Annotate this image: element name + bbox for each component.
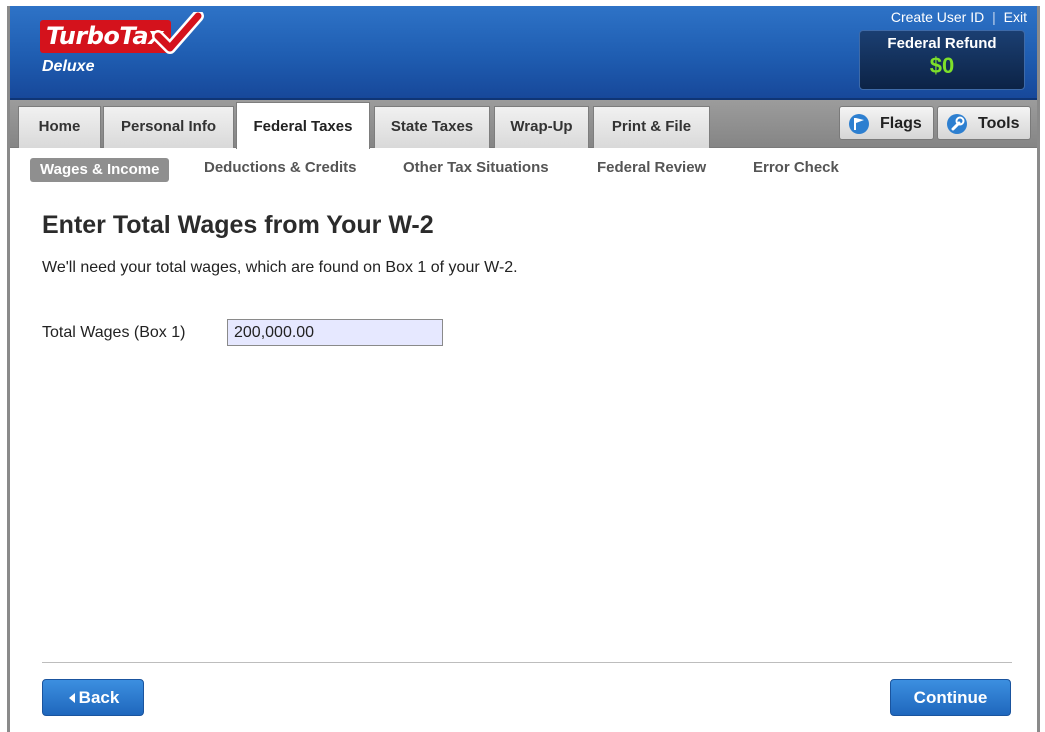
tab-state-taxes[interactable]: State Taxes <box>374 106 490 148</box>
total-wages-input[interactable] <box>227 319 443 346</box>
create-user-id-link[interactable]: Create User ID <box>891 9 984 25</box>
subnav-federal-review[interactable]: Federal Review <box>597 159 706 176</box>
refund-amount: $0 <box>929 53 955 78</box>
back-button[interactable]: Back <box>42 679 144 716</box>
back-label: Back <box>78 687 120 707</box>
subnav-deductions-credits[interactable]: Deductions & Credits <box>204 159 357 176</box>
page-description: We'll need your total wages, which are f… <box>42 259 518 276</box>
exit-link[interactable]: Exit <box>1004 9 1027 25</box>
back-arrow-icon <box>68 692 75 703</box>
tools-label: Tools <box>978 115 1020 132</box>
account-links: Create User ID | Exit <box>891 9 1027 25</box>
product-edition: Deluxe <box>42 58 95 75</box>
footer-divider <box>42 662 1012 663</box>
page-title: Enter Total Wages from Your W-2 <box>42 211 434 239</box>
flag-icon <box>849 114 869 134</box>
tab-wrap-up[interactable]: Wrap-Up <box>494 106 589 148</box>
tab-home[interactable]: Home <box>18 106 101 148</box>
header: TurboTax Deluxe Create User ID | Exit Fe… <box>10 6 1037 100</box>
federal-refund-meter: Federal Refund $0 <box>859 30 1025 90</box>
main-tab-bar: Home Personal Info Federal Taxes State T… <box>10 100 1037 149</box>
tab-personal-info[interactable]: Personal Info <box>103 106 234 148</box>
tab-federal-taxes[interactable]: Federal Taxes <box>236 102 370 149</box>
continue-label: Continue <box>913 687 988 707</box>
checkmark-icon <box>152 12 204 54</box>
sub-navigation: Wages & Income Deductions & Credits Othe… <box>10 148 1037 188</box>
subnav-other-tax-situations[interactable]: Other Tax Situations <box>403 159 549 176</box>
flags-button[interactable]: Flags <box>839 106 934 140</box>
tab-print-file[interactable]: Print & File <box>593 106 710 148</box>
wrench-icon <box>947 114 967 134</box>
subnav-wages-income[interactable]: Wages & Income <box>30 158 170 182</box>
subnav-error-check[interactable]: Error Check <box>753 159 839 176</box>
tools-button[interactable]: Tools <box>937 106 1031 140</box>
app-window: TurboTax Deluxe Create User ID | Exit Fe… <box>7 6 1040 732</box>
total-wages-label: Total Wages (Box 1) <box>42 324 186 341</box>
turbotax-logo: TurboTax <box>40 12 204 54</box>
flags-label: Flags <box>880 115 922 132</box>
link-separator: | <box>992 9 996 25</box>
refund-label: Federal Refund <box>887 35 997 52</box>
continue-button[interactable]: Continue <box>890 679 1011 716</box>
